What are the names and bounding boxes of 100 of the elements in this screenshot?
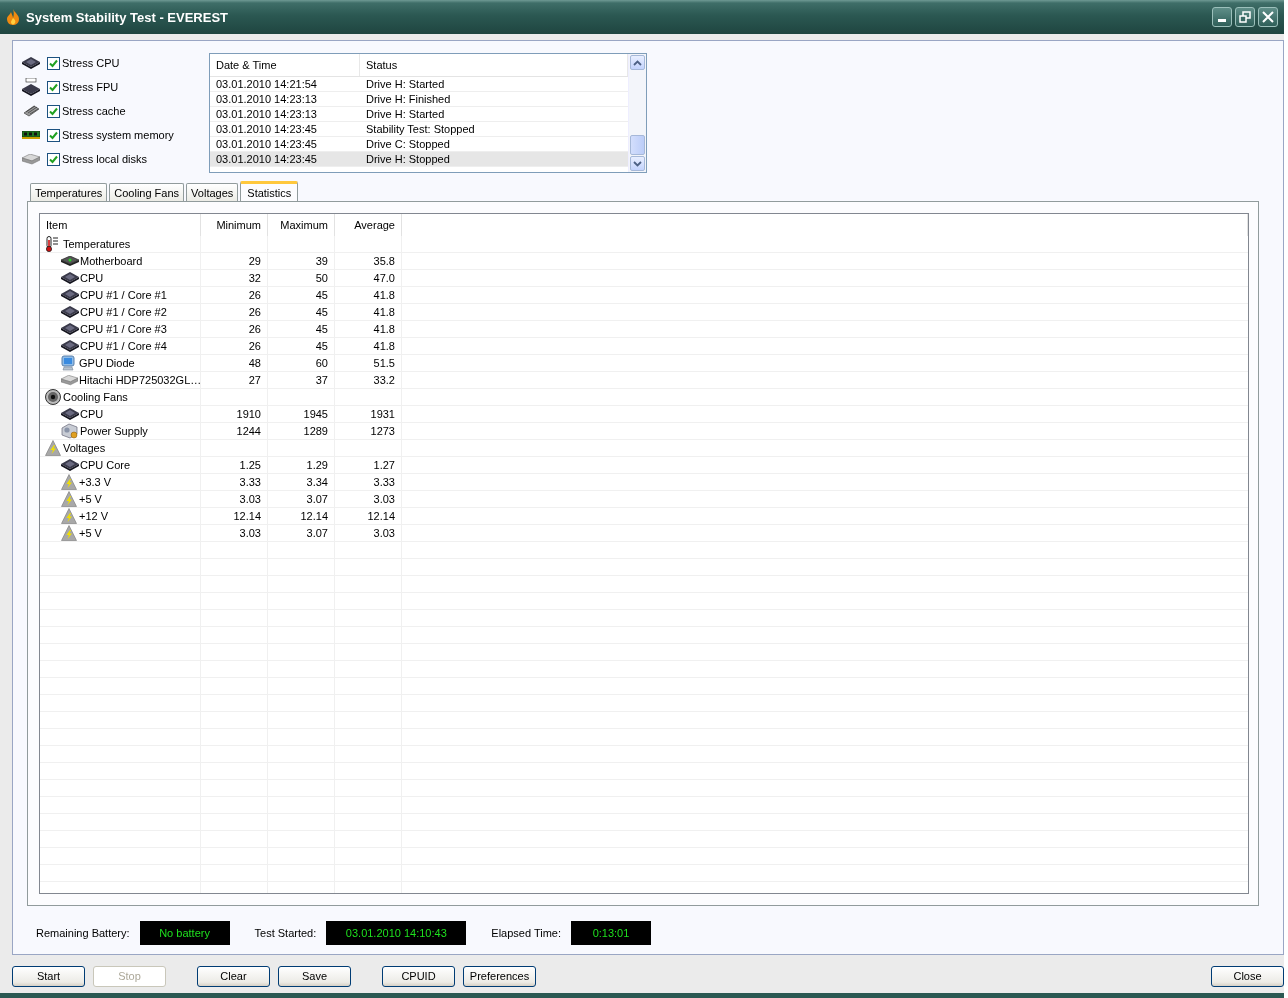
- item-label: CPU: [80, 408, 104, 420]
- button[interactable]: Save: [278, 965, 351, 987]
- log-row[interactable]: 03.01.2010 14:21:54 Drive H: Started: [210, 77, 628, 92]
- chip-icon: [61, 306, 79, 318]
- table-cell: 3.03: [239, 493, 261, 505]
- table-cell: 1273: [370, 425, 395, 437]
- status-text: Drive H: Stopped: [365, 153, 451, 165]
- table-cell: 47.0: [373, 272, 395, 284]
- column-header[interactable]: Maximum: [268, 214, 335, 236]
- motherboard-icon: [61, 256, 79, 266]
- restore-icon: [1239, 11, 1251, 23]
- table-cell: 1910: [236, 408, 261, 420]
- restore-button[interactable]: [1235, 7, 1255, 27]
- voltage-warning-icon: [61, 508, 77, 524]
- item-label: +5 V: [79, 493, 102, 505]
- column-header[interactable]: Date & Time: [210, 54, 360, 76]
- item-label: CPU #1 / Core #1: [80, 289, 167, 301]
- checkbox-label: Stress system memory: [62, 129, 174, 141]
- table-cell: 1289: [303, 425, 328, 437]
- log-row[interactable]: 03.01.2010 14:23:45 Stability Test: Stopped: [210, 122, 628, 137]
- table-cell: 50: [315, 272, 328, 284]
- chip-icon: [61, 408, 79, 420]
- log-row[interactable]: 03.01.2010 14:23:13 Drive H: Started: [210, 107, 628, 122]
- table-cell: 48: [248, 357, 261, 369]
- voltage-warning-icon: [61, 525, 77, 541]
- table-cell: 3.07: [306, 493, 328, 505]
- item-label: Power Supply: [80, 425, 148, 437]
- item-label: CPU #1 / Core #4: [80, 340, 167, 352]
- table-cell: 3.07: [306, 527, 328, 539]
- checkbox[interactable]: [47, 80, 60, 94]
- status-label: Test Started:: [254, 927, 317, 939]
- timestamp: 03.01.2010 14:21:54: [215, 78, 318, 90]
- scrollbar[interactable]: [628, 54, 646, 172]
- button[interactable]: CPUID: [382, 965, 455, 987]
- minimize-button[interactable]: [1212, 7, 1232, 27]
- power-supply-icon: [61, 423, 79, 439]
- status-display: 03.01.2010 14:10:43: [326, 921, 467, 945]
- status-label: Remaining Battery:: [36, 927, 130, 939]
- log-row[interactable]: 03.01.2010 14:23:45 Drive H: Stopped: [210, 152, 628, 167]
- status-text: Drive H: Finished: [365, 93, 452, 105]
- table-cell: 39: [315, 255, 328, 267]
- checkbox[interactable]: [47, 104, 60, 118]
- checkbox-label: Stress local disks: [62, 153, 147, 165]
- memory-chip-icon: [22, 105, 40, 117]
- thermometer-icon: [45, 236, 59, 252]
- scrollbar-thumb[interactable]: [630, 135, 645, 155]
- table-cell: 45: [315, 306, 328, 318]
- table-cell: 45: [315, 289, 328, 301]
- checkbox[interactable]: [47, 128, 60, 142]
- column-header[interactable]: Minimum: [201, 214, 268, 236]
- button[interactable]: Preferences: [463, 965, 536, 987]
- table-cell: 3.03: [373, 493, 395, 505]
- tab[interactable]: Cooling Fans: [109, 183, 185, 201]
- table-cell: 37: [315, 374, 328, 386]
- chip-icon: [61, 459, 79, 471]
- table-cell: 3.03: [239, 527, 261, 539]
- group-label: Cooling Fans: [63, 391, 128, 403]
- item-label: CPU #1 / Core #3: [80, 323, 167, 335]
- voltage-warning-icon: [61, 491, 77, 507]
- minimize-icon: [1218, 19, 1226, 22]
- checkbox[interactable]: [47, 152, 60, 166]
- table-cell: 3.33: [373, 476, 395, 488]
- column-header[interactable]: Average: [335, 214, 402, 236]
- chip-icon: [61, 272, 79, 284]
- log-row[interactable]: 03.01.2010 14:23:13 Drive H: Finished: [210, 92, 628, 107]
- table-cell: 26: [248, 340, 261, 352]
- item-label: +12 V: [79, 510, 109, 522]
- item-label: GPU Diode: [79, 357, 135, 369]
- window-title: System Stability Test - EVEREST: [26, 9, 230, 25]
- button[interactable]: Start: [12, 965, 85, 987]
- item-label: CPU Core: [80, 459, 131, 471]
- checkbox-label: Stress CPU: [62, 57, 120, 69]
- fan-icon: [45, 389, 61, 405]
- status-text: Drive C: Stopped: [365, 138, 451, 150]
- flame-icon: [6, 9, 20, 25]
- table-cell: 35.8: [373, 255, 395, 267]
- table-cell: 1.27: [373, 459, 395, 471]
- tab[interactable]: Temperatures: [30, 183, 108, 201]
- table-cell: 41.8: [373, 306, 395, 318]
- button[interactable]: Clear: [197, 965, 270, 987]
- timestamp: 03.01.2010 14:23:13: [215, 108, 318, 120]
- status-text: Stability Test: Stopped: [365, 123, 476, 135]
- table-cell: 41.8: [373, 289, 395, 301]
- table-cell: 3.33: [239, 476, 261, 488]
- table-cell: 12.14: [233, 510, 261, 522]
- status-text: Drive H: Started: [365, 108, 446, 120]
- chip-icon: [61, 323, 79, 335]
- checkbox[interactable]: [47, 56, 60, 70]
- tab[interactable]: Statistics: [240, 181, 299, 202]
- button[interactable]: Close: [1211, 965, 1284, 987]
- close-button[interactable]: [1258, 7, 1278, 27]
- table-cell: 3.34: [306, 476, 328, 488]
- tab[interactable]: Voltages: [186, 183, 239, 201]
- memory-module-icon: [22, 131, 40, 139]
- table-cell: 12.14: [300, 510, 328, 522]
- timestamp: 03.01.2010 14:23:45: [215, 123, 318, 135]
- table-cell: 1.29: [306, 459, 328, 471]
- group-label: Temperatures: [63, 238, 131, 250]
- hard-drive-icon: [22, 153, 40, 165]
- table-cell: 12.14: [367, 510, 395, 522]
